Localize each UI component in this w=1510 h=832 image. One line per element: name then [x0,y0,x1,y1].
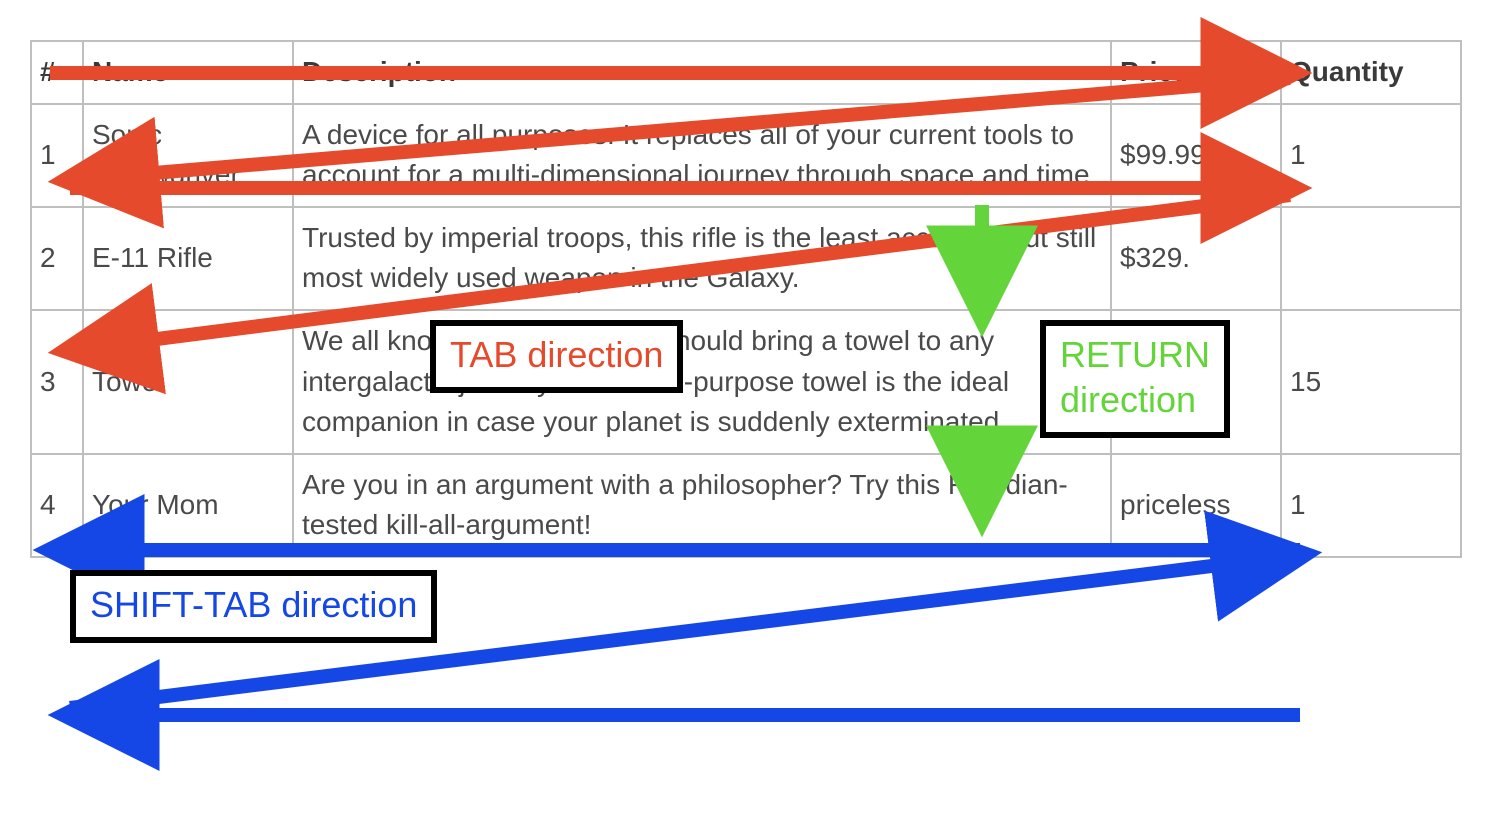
cell-description: Are you in an argument with a philosophe… [293,454,1111,557]
data-table: # Name Description Price Quantity 1 Soni… [30,40,1462,558]
cell-quantity: 1 [1281,104,1461,207]
table-row: 3 Towel We all know that you always shou… [31,310,1461,454]
cell-index: 1 [31,104,83,207]
col-header-name: Name [83,41,293,104]
cell-description: We all know that you always should bring… [293,310,1111,454]
table-row: 4 Your Mom Are you in an argument with a… [31,454,1461,557]
col-header-quantity: Quantity [1281,41,1461,104]
cell-index: 2 [31,207,83,310]
cell-index: 4 [31,454,83,557]
table-row: 1 Sonic Screwdriver A device for all pur… [31,104,1461,207]
shift-tab-direction-label: SHIFT-TAB direction [70,570,437,643]
cell-quantity: 1 [1281,454,1461,557]
cell-price: $12.30 [1111,310,1281,454]
cell-quantity: 15 [1281,310,1461,454]
cell-name: Sonic Screwdriver [83,104,293,207]
cell-price: $99.99 [1111,104,1281,207]
cell-quantity [1281,207,1461,310]
cell-price: $329. [1111,207,1281,310]
shift-tab-direction-arrows [55,550,1300,715]
table-header-row: # Name Description Price Quantity [31,41,1461,104]
cell-price: priceless [1111,454,1281,557]
cell-index: 3 [31,310,83,454]
cell-description: Trusted by imperial troops, this rifle i… [293,207,1111,310]
cell-name: Your Mom [83,454,293,557]
col-header-price: Price [1111,41,1281,104]
cell-name: Towel [83,310,293,454]
cell-description: A device for all purposes. It replaces a… [293,104,1111,207]
col-header-index: # [31,41,83,104]
table-row: 2 E-11 Rifle Trusted by imperial troops,… [31,207,1461,310]
cell-name: E-11 Rifle [83,207,293,310]
diagram-stage: # Name Description Price Quantity 1 Soni… [0,0,1510,832]
col-header-description: Description [293,41,1111,104]
